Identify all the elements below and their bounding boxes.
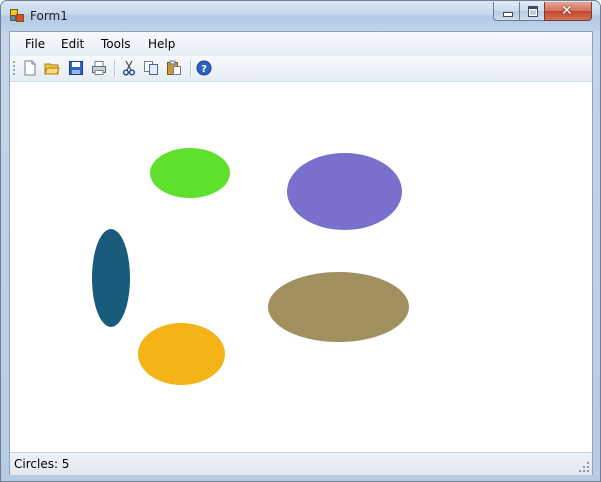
menu-edit[interactable]: Edit xyxy=(61,37,84,51)
close-icon: ✕ xyxy=(561,3,573,19)
status-bar: Circles: 5 xyxy=(10,452,592,475)
open-folder-icon xyxy=(44,63,60,75)
save-button[interactable] xyxy=(68,60,84,76)
resize-grip-icon[interactable] xyxy=(579,462,590,473)
paste-button[interactable] xyxy=(166,60,182,76)
menu-tools[interactable]: Tools xyxy=(101,37,131,51)
title-bar[interactable]: Form1 ✕ xyxy=(1,1,600,31)
svg-text:?: ? xyxy=(201,64,207,75)
help-button[interactable]: ? xyxy=(196,60,212,76)
paste-icon xyxy=(167,60,181,75)
menu-bar: File Edit Tools Help xyxy=(10,32,592,56)
new-file-icon xyxy=(24,60,36,76)
copy-button[interactable] xyxy=(143,60,159,76)
orange-ellipse[interactable] xyxy=(138,323,225,385)
menu-help[interactable]: Help xyxy=(148,37,175,51)
olive-ellipse[interactable] xyxy=(268,272,409,342)
green-ellipse[interactable] xyxy=(150,148,230,198)
form-client-area: File Edit Tools Help ? Circles: 5 xyxy=(9,31,593,475)
window-title: Form1 xyxy=(30,9,68,23)
menu-file[interactable]: File xyxy=(25,37,45,51)
cut-button[interactable] xyxy=(121,60,137,76)
new-file-button[interactable] xyxy=(22,60,38,76)
toolbar-grip[interactable] xyxy=(13,61,15,77)
print-button[interactable] xyxy=(91,60,107,76)
cut-icon xyxy=(123,60,135,76)
open-button[interactable] xyxy=(44,60,60,76)
maximize-button[interactable] xyxy=(519,2,545,21)
maximize-icon xyxy=(528,6,538,17)
minimize-icon xyxy=(503,12,513,17)
app-window: Form1 ✕ File Edit Tools Help ? Circles: … xyxy=(0,0,601,482)
close-button[interactable]: ✕ xyxy=(544,2,592,21)
minimize-button[interactable] xyxy=(493,2,520,21)
save-icon xyxy=(69,61,83,75)
teal-ellipse[interactable] xyxy=(92,229,130,327)
toolbar: ? xyxy=(10,56,592,82)
help-icon: ? xyxy=(196,60,212,76)
copy-icon xyxy=(144,61,158,75)
purple-ellipse[interactable] xyxy=(287,153,402,230)
windows-forms-app-icon[interactable] xyxy=(10,9,24,22)
toolbar-separator xyxy=(114,60,115,77)
drawing-canvas[interactable] xyxy=(10,82,592,452)
print-icon xyxy=(92,61,106,75)
toolbar-separator xyxy=(190,60,191,77)
circle-count-label: Circles: 5 xyxy=(14,457,70,471)
